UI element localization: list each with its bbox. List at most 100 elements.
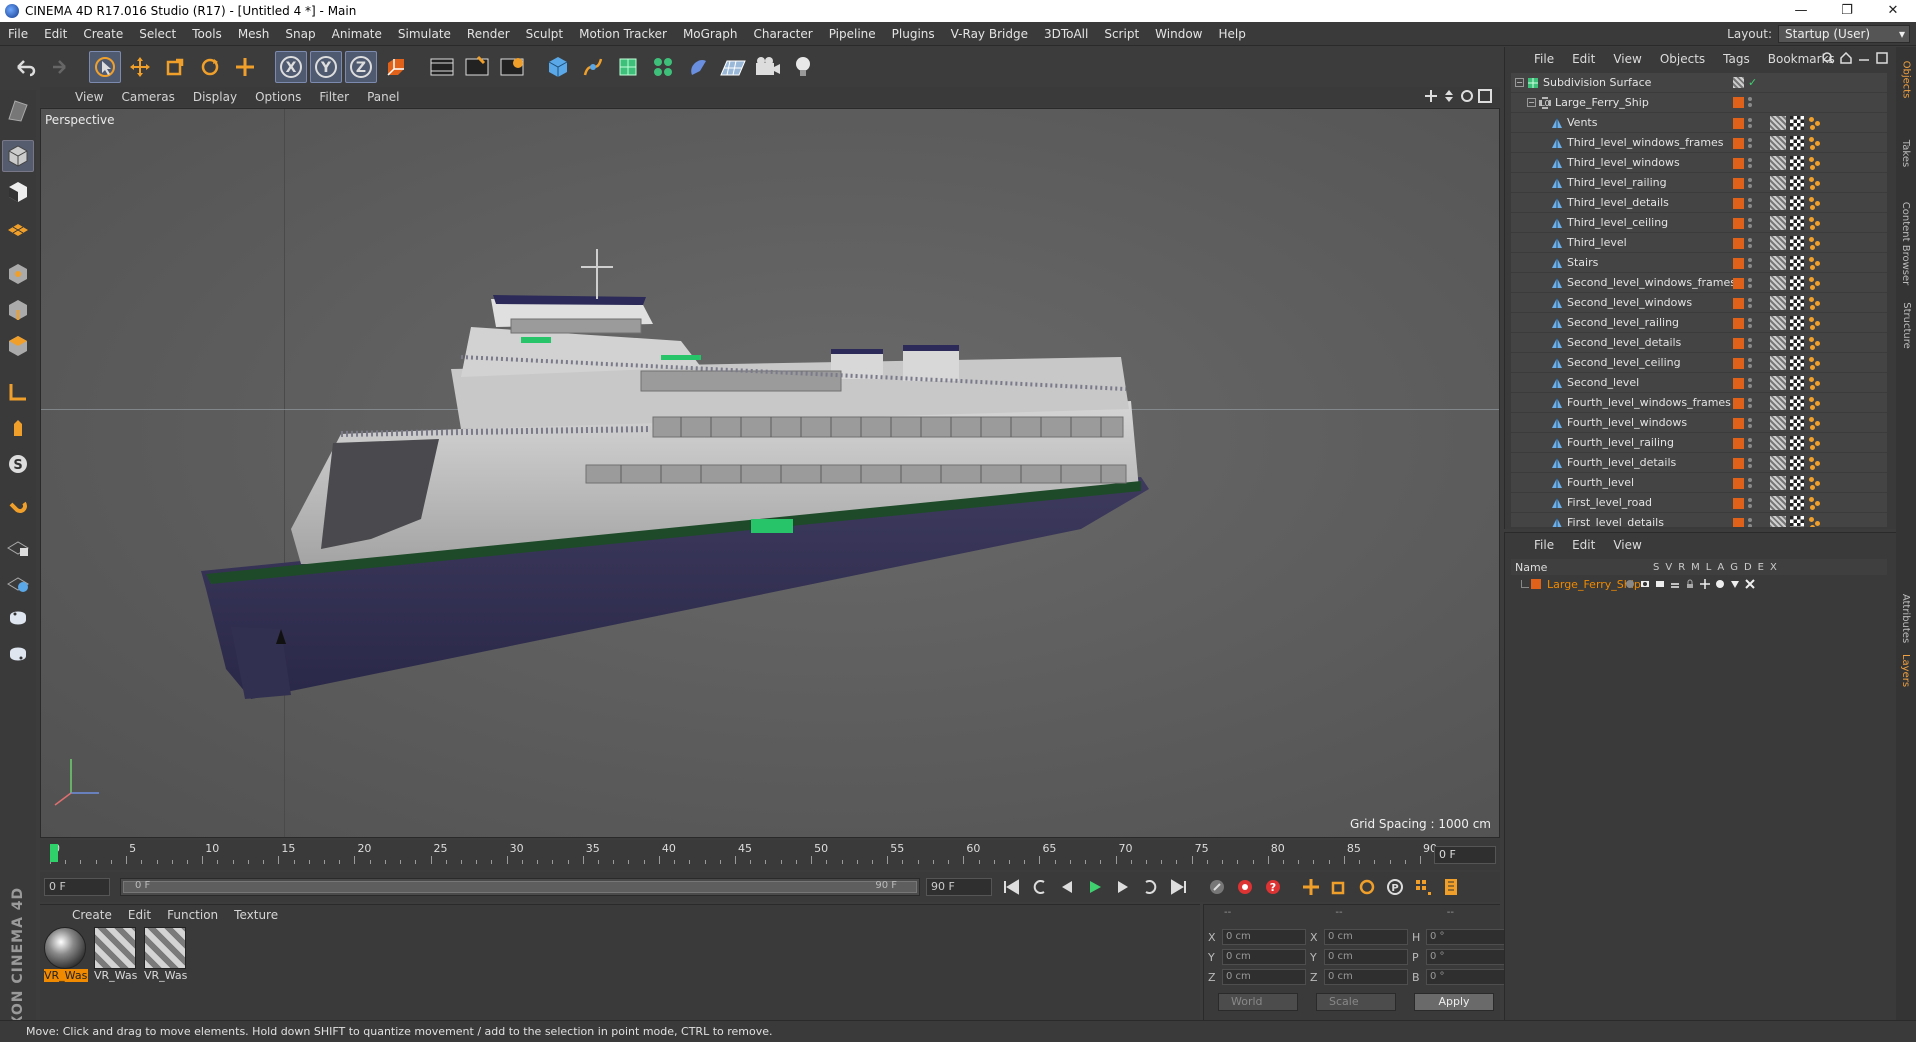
tab-objects[interactable]: Objects: [1896, 51, 1916, 107]
dolly-view-icon[interactable]: [1442, 89, 1456, 103]
visibility-dots-icon[interactable]: [1748, 297, 1754, 309]
preview-range-slider[interactable]: 0 F 90 F: [120, 878, 920, 896]
tab-takes[interactable]: Takes: [1896, 133, 1916, 173]
viewport-menu-display[interactable]: Display: [184, 90, 246, 104]
layer-col-animation[interactable]: A: [1717, 562, 1724, 573]
object-row[interactable]: Stairs: [1511, 253, 1887, 273]
deformer-toggle-icon[interactable]: [1730, 579, 1740, 589]
axis-mode-icon[interactable]: [2, 376, 34, 408]
position-x-field[interactable]: 0 cm: [1222, 929, 1306, 945]
snap-icon[interactable]: S: [2, 448, 34, 480]
expression-toggle-icon[interactable]: [1745, 579, 1755, 589]
close-button[interactable]: ✕: [1870, 0, 1916, 22]
animation-toggle-icon[interactable]: [1700, 579, 1710, 589]
visibility-dots-icon[interactable]: [1748, 437, 1754, 449]
object-name[interactable]: Second_level: [1567, 376, 1639, 389]
menu-pipeline[interactable]: Pipeline: [821, 22, 884, 46]
layer-menu-file[interactable]: File: [1525, 538, 1563, 552]
render-view-icon[interactable]: [426, 51, 458, 83]
visibility-dots-icon[interactable]: [1748, 457, 1754, 469]
menu-select[interactable]: Select: [131, 22, 184, 46]
tab-structure[interactable]: Structure: [1896, 295, 1916, 355]
rotation-h-field[interactable]: 0 °: [1426, 929, 1510, 945]
position-z-field[interactable]: 0 cm: [1222, 969, 1306, 985]
go-to-end-icon[interactable]: [1166, 875, 1192, 899]
undo-icon[interactable]: [8, 51, 40, 83]
polygons-mode-icon[interactable]: [2, 330, 34, 362]
object-row[interactable]: Vents: [1511, 113, 1887, 133]
object-row[interactable]: − Subdivision Surface ✓: [1511, 73, 1887, 93]
menu-character[interactable]: Character: [745, 22, 820, 46]
generator-toggle-icon[interactable]: [1715, 579, 1725, 589]
rotate-icon[interactable]: [194, 51, 226, 83]
object-name[interactable]: First_level_details: [1567, 516, 1664, 527]
render-picture-viewer-icon[interactable]: [461, 51, 493, 83]
subdivision-surface-icon[interactable]: [612, 51, 644, 83]
viewport-menu-view[interactable]: View: [66, 90, 112, 104]
object-name[interactable]: Vents: [1567, 116, 1597, 129]
visibility-dots-icon[interactable]: [1748, 96, 1754, 108]
uvw-tag-icon[interactable]: [1790, 356, 1804, 370]
layer-color-swatch[interactable]: [1733, 177, 1744, 189]
texture-tag-icon[interactable]: [1770, 256, 1786, 270]
uvw-tag-icon[interactable]: [1790, 256, 1804, 270]
layer-color-swatch[interactable]: [1733, 137, 1744, 149]
texture-tag-icon[interactable]: [1770, 516, 1786, 527]
minimize-button[interactable]: —: [1778, 0, 1824, 22]
menu-mograph[interactable]: MoGraph: [675, 22, 746, 46]
visibility-dots-icon[interactable]: [1748, 177, 1754, 189]
object-name[interactable]: Fourth_level_windows: [1567, 416, 1687, 429]
expand-toggle-icon[interactable]: −: [1527, 98, 1536, 107]
object-name[interactable]: Fourth_level_railing: [1567, 436, 1674, 449]
collapse-icon[interactable]: [1858, 52, 1870, 64]
object-row[interactable]: − L0 Large_Ferry_Ship: [1511, 93, 1887, 113]
home-icon[interactable]: [1840, 52, 1852, 64]
live-selection-icon[interactable]: [89, 51, 121, 83]
autokeying-icon[interactable]: [1232, 875, 1258, 899]
layer-color-swatch[interactable]: [1733, 437, 1744, 449]
python-icon[interactable]: [2, 602, 34, 634]
visibility-dots-icon[interactable]: [1748, 497, 1754, 509]
selection-tag-icon[interactable]: [1808, 136, 1822, 150]
coordinate-system-icon[interactable]: [380, 51, 412, 83]
object-menu-view[interactable]: View: [1604, 52, 1650, 66]
cube-primitive-icon[interactable]: [542, 51, 574, 83]
perspective-viewport[interactable]: Perspective Grid Spacing: 1000 cm: [40, 108, 1500, 838]
position-key-icon[interactable]: [1298, 875, 1324, 899]
object-name[interactable]: Subdivision Surface: [1543, 76, 1651, 89]
selection-tag-icon[interactable]: [1808, 316, 1822, 330]
selection-tag-icon[interactable]: [1808, 156, 1822, 170]
texture-tag-icon[interactable]: [1770, 176, 1786, 190]
menu-sculpt[interactable]: Sculpt: [518, 22, 571, 46]
selection-tag-icon[interactable]: [1808, 396, 1822, 410]
layer-color-swatch[interactable]: [1733, 517, 1744, 527]
pen-spline-icon[interactable]: [577, 51, 609, 83]
object-name[interactable]: Large_Ferry_Ship: [1555, 96, 1649, 109]
selection-tag-icon[interactable]: [1808, 196, 1822, 210]
object-name[interactable]: Second_level_details: [1567, 336, 1681, 349]
camera-icon[interactable]: [752, 51, 784, 83]
layer-color-swatch[interactable]: [1733, 297, 1744, 309]
selection-tag-icon[interactable]: [1808, 436, 1822, 450]
texture-tag-icon[interactable]: [1770, 116, 1786, 130]
ferry-ship-model[interactable]: [41, 109, 1500, 838]
selection-tag-icon[interactable]: [1808, 376, 1822, 390]
texture-tag-icon[interactable]: [1770, 136, 1786, 150]
visibility-dots-icon[interactable]: [1748, 257, 1754, 269]
selection-tag-icon[interactable]: [1808, 356, 1822, 370]
go-to-next-key-icon[interactable]: [1138, 875, 1164, 899]
object-row[interactable]: Second_level_windows_frames: [1511, 273, 1887, 293]
viewport-menu-options[interactable]: Options: [246, 90, 310, 104]
last-tool-icon[interactable]: [229, 51, 261, 83]
search-icon[interactable]: [1822, 52, 1834, 64]
uvw-tag-icon[interactable]: [1790, 456, 1804, 470]
max-time-field[interactable]: 90 F: [926, 878, 992, 896]
timeline-ruler-panel[interactable]: 051015202530354045505560657075808590 0 F: [40, 840, 1500, 870]
layer-col-generators[interactable]: G: [1730, 562, 1738, 573]
tab-content-browser[interactable]: Content Browser: [1896, 193, 1916, 293]
deformer-icon[interactable]: [682, 51, 714, 83]
min-time-field[interactable]: 0 F: [44, 878, 110, 896]
uvw-tag-icon[interactable]: [1790, 116, 1804, 130]
object-menu-tags[interactable]: Tags: [1714, 52, 1759, 66]
uvw-tag-icon[interactable]: [1790, 176, 1804, 190]
